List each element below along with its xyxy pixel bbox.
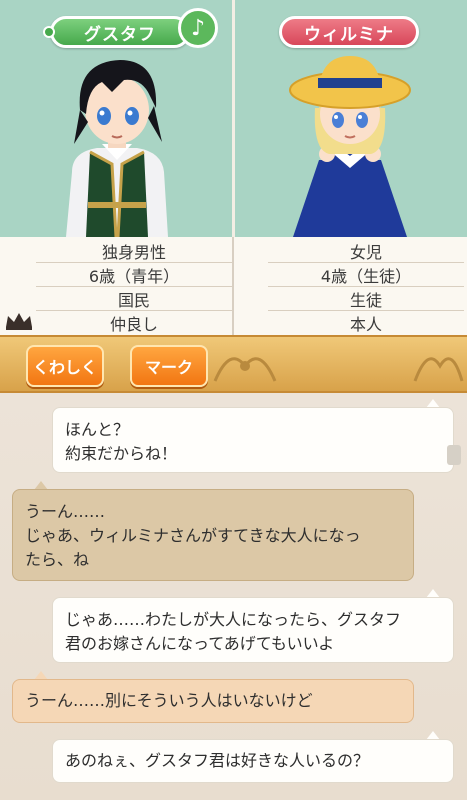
chat-bubble: じゃあ……わたしが大人になったら、グスタフ 君のお嫁さんになってあげてもいいよ <box>52 597 454 663</box>
character-panel: グスタフ ♪ ウィルミナ <box>0 0 467 237</box>
info-divider <box>232 237 234 335</box>
character-info-table: 独身男性 6歳（青年） 国民 仲良し 女児 4歳（生徒） 生徒 本人 <box>0 237 467 335</box>
right-info-role: 女児 <box>268 239 464 263</box>
right-info-relationship: 本人 <box>349 315 382 334</box>
crown-icon <box>6 313 32 330</box>
chat-line: 君のお嫁さんになってあげてもいいよ <box>65 634 335 653</box>
ornament-flourish-icon <box>213 357 277 382</box>
chat-line: ほんと？ <box>65 420 130 439</box>
chat-line: うーん…… <box>25 502 106 521</box>
gustaf-character-sprite[interactable] <box>52 52 182 237</box>
left-info-age: 6歳（青年） <box>36 263 232 287</box>
right-character-column: ウィルミナ <box>235 0 467 237</box>
right-info-age: 4歳（生徒） <box>268 263 464 287</box>
chat-line: たら、ね <box>25 550 90 569</box>
chat-line: じゃあ……わたしが大人になったら、グスタフ <box>65 610 402 629</box>
left-character-name-tag: グスタフ <box>43 16 190 48</box>
left-character-column: グスタフ ♪ <box>0 0 232 237</box>
action-bar: くわしく マーク <box>0 335 467 393</box>
chat-line: じゃあ、ウィルミナさんがすてきな大人になっ <box>25 526 361 545</box>
right-character-name-tag: ウィルミナ <box>279 16 419 48</box>
wilmina-character-sprite[interactable] <box>285 50 415 237</box>
chat-bubble: あのねぇ、グスタフ君は好きな人いるの？ <box>52 739 454 783</box>
right-info-status: 生徒 <box>268 287 464 311</box>
chat-line: 約束だからね！ <box>65 444 178 463</box>
name-tag-dot <box>43 26 55 38</box>
right-character-name: ウィルミナ <box>304 24 394 45</box>
chat-bubble: ほんと？ 約束だからね！ <box>52 407 454 473</box>
left-character-name: グスタフ <box>84 24 156 45</box>
scroll-indicator[interactable] <box>447 445 461 465</box>
left-info-status: 国民 <box>36 287 232 311</box>
left-info-role: 独身男性 <box>36 239 232 263</box>
chat-log[interactable]: ほんと？ 約束だからね！ うーん…… じゃあ、ウィルミナさんがすてきな大人になっ… <box>0 393 467 800</box>
chat-line: うーん……別にそういう人はいないけど <box>25 691 313 710</box>
left-info-relationship: 仲良し <box>109 315 158 334</box>
details-button[interactable]: くわしく <box>26 345 104 387</box>
chat-bubble: うーん…… じゃあ、ウィルミナさんがすてきな大人になっ たら、ね <box>12 489 414 581</box>
mark-button[interactable]: マーク <box>130 345 208 387</box>
chat-bubble: うーん……別にそういう人はいないけど <box>12 679 414 723</box>
ornament-flourish-right-icon <box>413 357 464 382</box>
chat-line: あのねぇ、グスタフ君は好きな人いるの？ <box>65 751 370 770</box>
music-note-icon[interactable]: ♪ <box>178 8 218 48</box>
